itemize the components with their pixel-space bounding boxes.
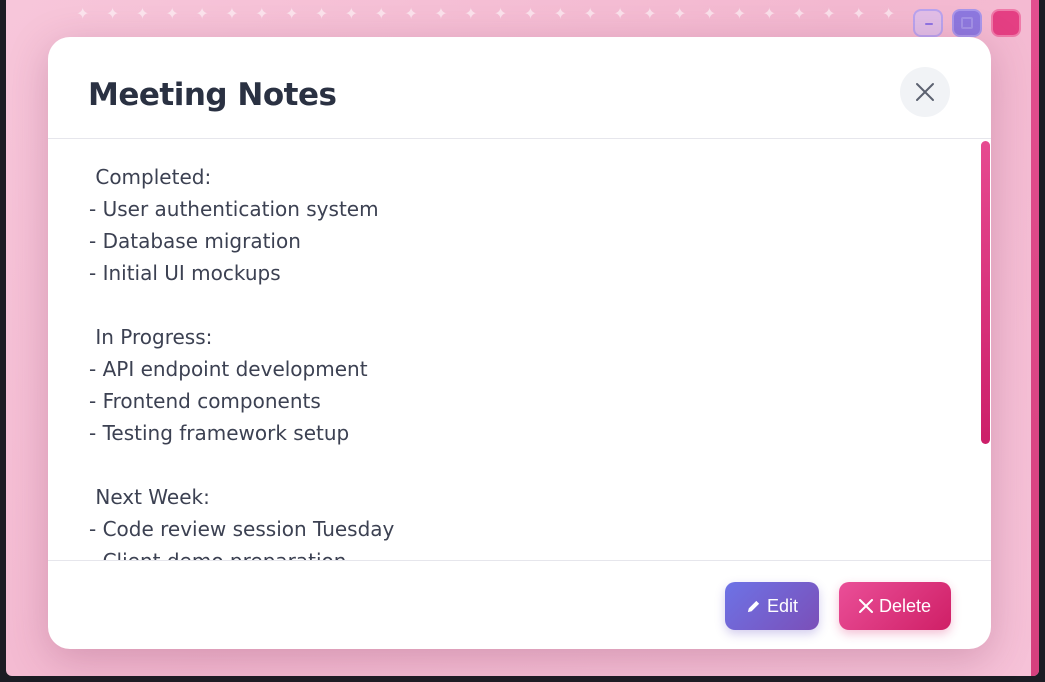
note-line: - Code review session Tuesday (89, 517, 395, 541)
window-controls (913, 9, 1021, 37)
note-line: In Progress: (89, 325, 213, 349)
note-line: Next Week: (89, 485, 210, 509)
pencil-icon (747, 600, 760, 612)
modal-close-button[interactable] (900, 67, 950, 117)
meeting-notes-modal: Meeting Notes Completed: - User authenti… (48, 37, 991, 649)
window-close-button[interactable] (991, 9, 1021, 37)
note-line: - Database migration (89, 229, 301, 253)
note-line: - Testing framework setup (89, 421, 350, 445)
modal-title: Meeting Notes (88, 77, 337, 113)
note-line: - Frontend components (89, 389, 321, 413)
note-line: - API endpoint development (89, 357, 368, 381)
edit-button[interactable]: Edit (725, 582, 819, 630)
notes-content[interactable]: Completed: - User authentication system … (48, 140, 991, 560)
minimize-button[interactable] (913, 9, 943, 37)
close-icon (916, 83, 934, 101)
edit-button-label: Edit (766, 595, 799, 616)
header-decoration: ✦ ✦ ✦ ✦ ✦ ✦ ✦ ✦ ✦ ✦ ✦ ✦ ✦ ✦ ✦ ✦ ✦ ✦ ✦ ✦ … (76, 6, 916, 23)
delete-button[interactable]: Delete (839, 582, 951, 630)
delete-button-label: Delete (878, 595, 932, 616)
note-line: - Initial UI mockups (89, 261, 281, 285)
note-line: - Client demo preparation (89, 545, 346, 560)
modal-footer: Edit Delete (48, 560, 991, 649)
scrollbar-thumb[interactable] (981, 141, 990, 444)
x-icon (858, 599, 873, 613)
maximize-button[interactable] (952, 9, 982, 37)
modal-header: Meeting Notes (48, 37, 991, 139)
note-line: - User authentication system (89, 197, 379, 221)
note-line: Completed: (89, 165, 212, 189)
window-edge-accent (1031, 0, 1039, 676)
